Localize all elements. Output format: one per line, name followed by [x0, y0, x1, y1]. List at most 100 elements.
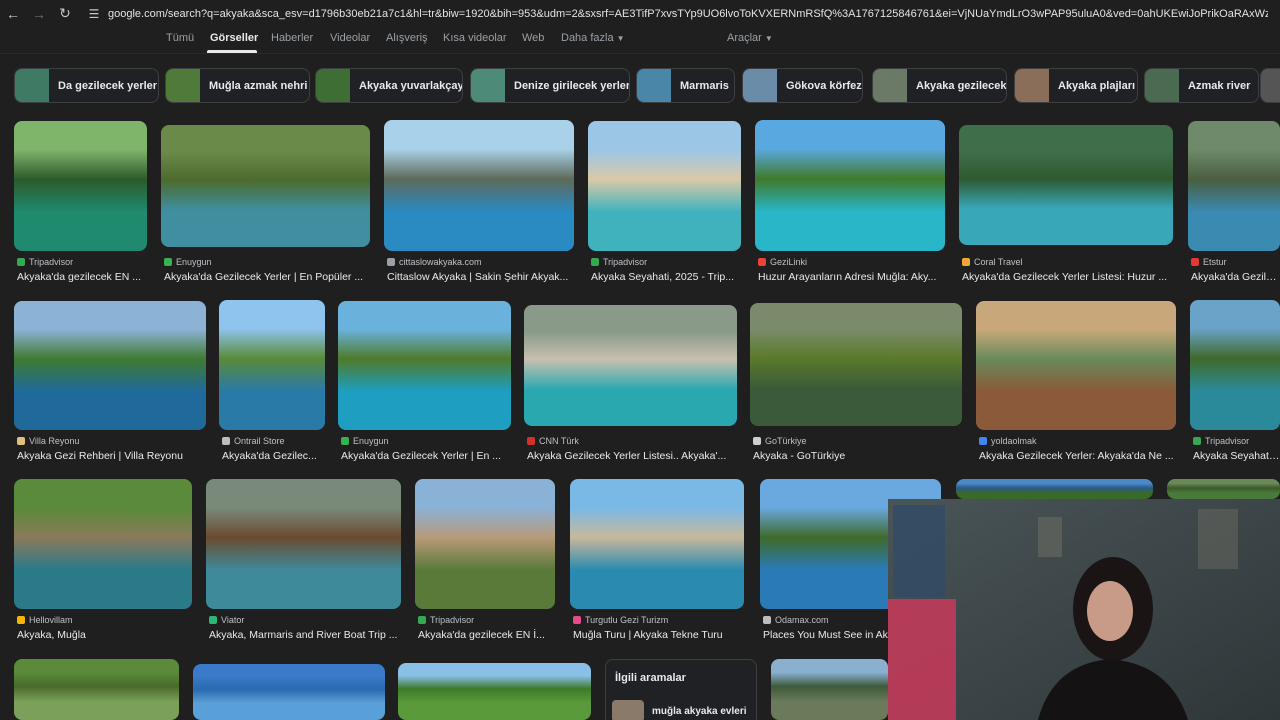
result-source-name: Odamax.com [775, 615, 829, 625]
result-source[interactable]: Coral Travel [962, 257, 1023, 267]
result-thumbnail[interactable] [755, 120, 945, 251]
result-source[interactable]: Ontrail Store [222, 436, 285, 446]
result-source-name: yoldaolmak [991, 436, 1037, 446]
result-title[interactable]: Cittaslow Akyaka | Sakin Şehir Akyak... [387, 271, 589, 283]
result-source[interactable]: Villa Reyonu [17, 436, 79, 446]
result-thumbnail[interactable] [1167, 479, 1280, 499]
tab-images[interactable]: Görseller [210, 32, 258, 44]
result-thumbnail[interactable] [206, 479, 401, 609]
result-thumbnail[interactable] [14, 479, 192, 609]
result-title[interactable]: Akyaka - GoTürkiye [753, 450, 977, 462]
site-favicon-icon [164, 258, 172, 266]
result-source[interactable]: GeziLinki [758, 257, 807, 267]
site-favicon-icon [979, 437, 987, 445]
arrow-right-icon: → [32, 5, 46, 22]
result-source[interactable]: Etstur [1191, 257, 1227, 267]
result-source[interactable]: cittaslowakyaka.com [387, 257, 482, 267]
result-thumbnail[interactable] [415, 479, 555, 609]
related-chip[interactable]: Denize girilecek yerler [470, 68, 630, 103]
result-title[interactable]: Akyaka'da gezilecek EN ... [17, 271, 162, 283]
result-source[interactable]: CNN Türk [527, 436, 579, 446]
result-source[interactable]: Viator [209, 615, 244, 625]
chip-label: Akyaka gezilecek [916, 79, 1007, 92]
related-chip[interactable]: Da gezilecek yerler [14, 68, 159, 103]
result-thumbnail[interactable] [398, 663, 591, 720]
result-thumbnail[interactable] [959, 125, 1173, 245]
result-source[interactable]: Turgutlu Gezi Turizm [573, 615, 668, 625]
tools-label: Araçlar [727, 32, 762, 44]
tab-videos[interactable]: Videolar [330, 32, 370, 44]
result-source-name: Villa Reyonu [29, 436, 80, 446]
result-title[interactable]: Akyaka'da gezilecek EN İ... [418, 629, 570, 641]
result-title[interactable]: Akyaka, Muğla [17, 629, 207, 641]
result-source[interactable]: Hellovillam [17, 615, 73, 625]
result-title[interactable]: Akyaka'da Gezilece... [1191, 271, 1280, 283]
tab-web[interactable]: Web [522, 32, 544, 44]
related-search-item[interactable]: muğla akyaka evleri [612, 700, 747, 720]
result-title[interactable]: Akyaka'da Gezilecek Yerler | En ... [341, 450, 526, 462]
result-thumbnail[interactable] [384, 120, 574, 251]
forward-button[interactable]: → [26, 0, 52, 27]
chip-thumbnail [316, 69, 350, 102]
related-chip[interactable]: Akyaka yuvarlakçay [315, 68, 463, 103]
divider [0, 53, 1280, 54]
result-source-name: cittaslowakyaka.com [399, 257, 482, 267]
result-thumbnail[interactable] [14, 121, 147, 251]
result-source[interactable]: Odamax.com [763, 615, 829, 625]
result-thumbnail[interactable] [193, 664, 385, 720]
tab-news[interactable]: Haberler [271, 32, 313, 44]
result-thumbnail[interactable] [956, 479, 1153, 499]
result-thumbnail[interactable] [1190, 300, 1280, 430]
site-info-button[interactable]: ☰ [86, 6, 102, 22]
related-chip[interactable]: Muğla azmak nehri [165, 68, 310, 103]
result-thumbnail[interactable] [771, 659, 888, 720]
result-thumbnail[interactable] [976, 301, 1176, 430]
result-source[interactable]: Tripadvisor [418, 615, 474, 625]
chip-label: Azmak river [1188, 79, 1251, 92]
related-chip[interactable]: A [1260, 68, 1280, 103]
result-source[interactable]: yoldaolmak [979, 436, 1037, 446]
result-source[interactable]: GoTürkiye [753, 436, 807, 446]
result-title[interactable]: Akyaka Seyahati, 2 [1193, 450, 1280, 462]
tab-more[interactable]: Daha fazla ▼ [561, 32, 625, 44]
result-title[interactable]: Akyaka Seyahati, 2025 - Trip... [591, 271, 756, 283]
back-button[interactable]: ← [0, 0, 26, 27]
result-thumbnail[interactable] [750, 303, 962, 426]
result-title[interactable]: Akyaka'da Gezilecek Yerler Listesi: Huzu… [962, 271, 1188, 283]
result-title[interactable]: Akyaka, Marmaris and River Boat Trip ... [209, 629, 416, 641]
tab-all[interactable]: Tümü [166, 32, 194, 44]
result-thumbnail[interactable] [588, 121, 741, 251]
related-chip[interactable]: Akyaka plajları [1014, 68, 1138, 103]
tab-shopping[interactable]: Alışveriş [386, 32, 428, 44]
result-source[interactable]: Tripadvisor [17, 257, 73, 267]
related-chip[interactable]: Akyaka gezilecek [872, 68, 1007, 103]
result-thumbnail[interactable] [161, 125, 370, 247]
result-thumbnail[interactable] [524, 305, 737, 426]
result-title[interactable]: Muğla Turu | Akyaka Tekne Turu [573, 629, 759, 641]
related-chip[interactable]: Marmaris [636, 68, 735, 103]
result-thumbnail[interactable] [14, 301, 206, 430]
result-thumbnail[interactable] [570, 479, 744, 609]
result-source[interactable]: Enuygun [164, 257, 212, 267]
address-bar[interactable]: google.com/search?q=akyaka&sca_esv=d1796… [108, 8, 1268, 20]
reload-button[interactable]: ↻ [52, 0, 78, 27]
result-thumbnail[interactable] [14, 659, 179, 720]
result-source[interactable]: Enuygun [341, 436, 389, 446]
result-title[interactable]: Akyaka'da Gezilecek Yerler | En Popüler … [164, 271, 385, 283]
tab-short-videos[interactable]: Kısa videolar [443, 32, 507, 44]
result-title[interactable]: Akyaka Gezilecek Yerler Listesi.. Akyaka… [527, 450, 752, 462]
result-thumbnail[interactable] [338, 301, 511, 430]
result-title[interactable]: Akyaka Gezi Rehberi | Villa Reyonu [17, 450, 221, 462]
result-thumbnail[interactable] [1188, 121, 1280, 251]
result-title[interactable]: Akyaka Gezilecek Yerler: Akyaka'da Ne ..… [979, 450, 1191, 462]
result-thumbnail[interactable] [219, 300, 325, 430]
tools-button[interactable]: Araçlar ▼ [727, 32, 773, 44]
webcam-overlay [888, 499, 1280, 720]
result-title[interactable]: Akyaka'da Gezilec... [222, 450, 340, 462]
result-source[interactable]: Tripadvisor [591, 257, 647, 267]
result-source[interactable]: Tripadvisor [1193, 436, 1249, 446]
related-chip[interactable]: Gökova körfezi [742, 68, 863, 103]
tab-more-label: Daha fazla [561, 32, 614, 44]
related-chip[interactable]: Azmak river [1144, 68, 1259, 103]
result-title[interactable]: Huzur Arayanların Adresi Muğla: Aky... [758, 271, 960, 283]
